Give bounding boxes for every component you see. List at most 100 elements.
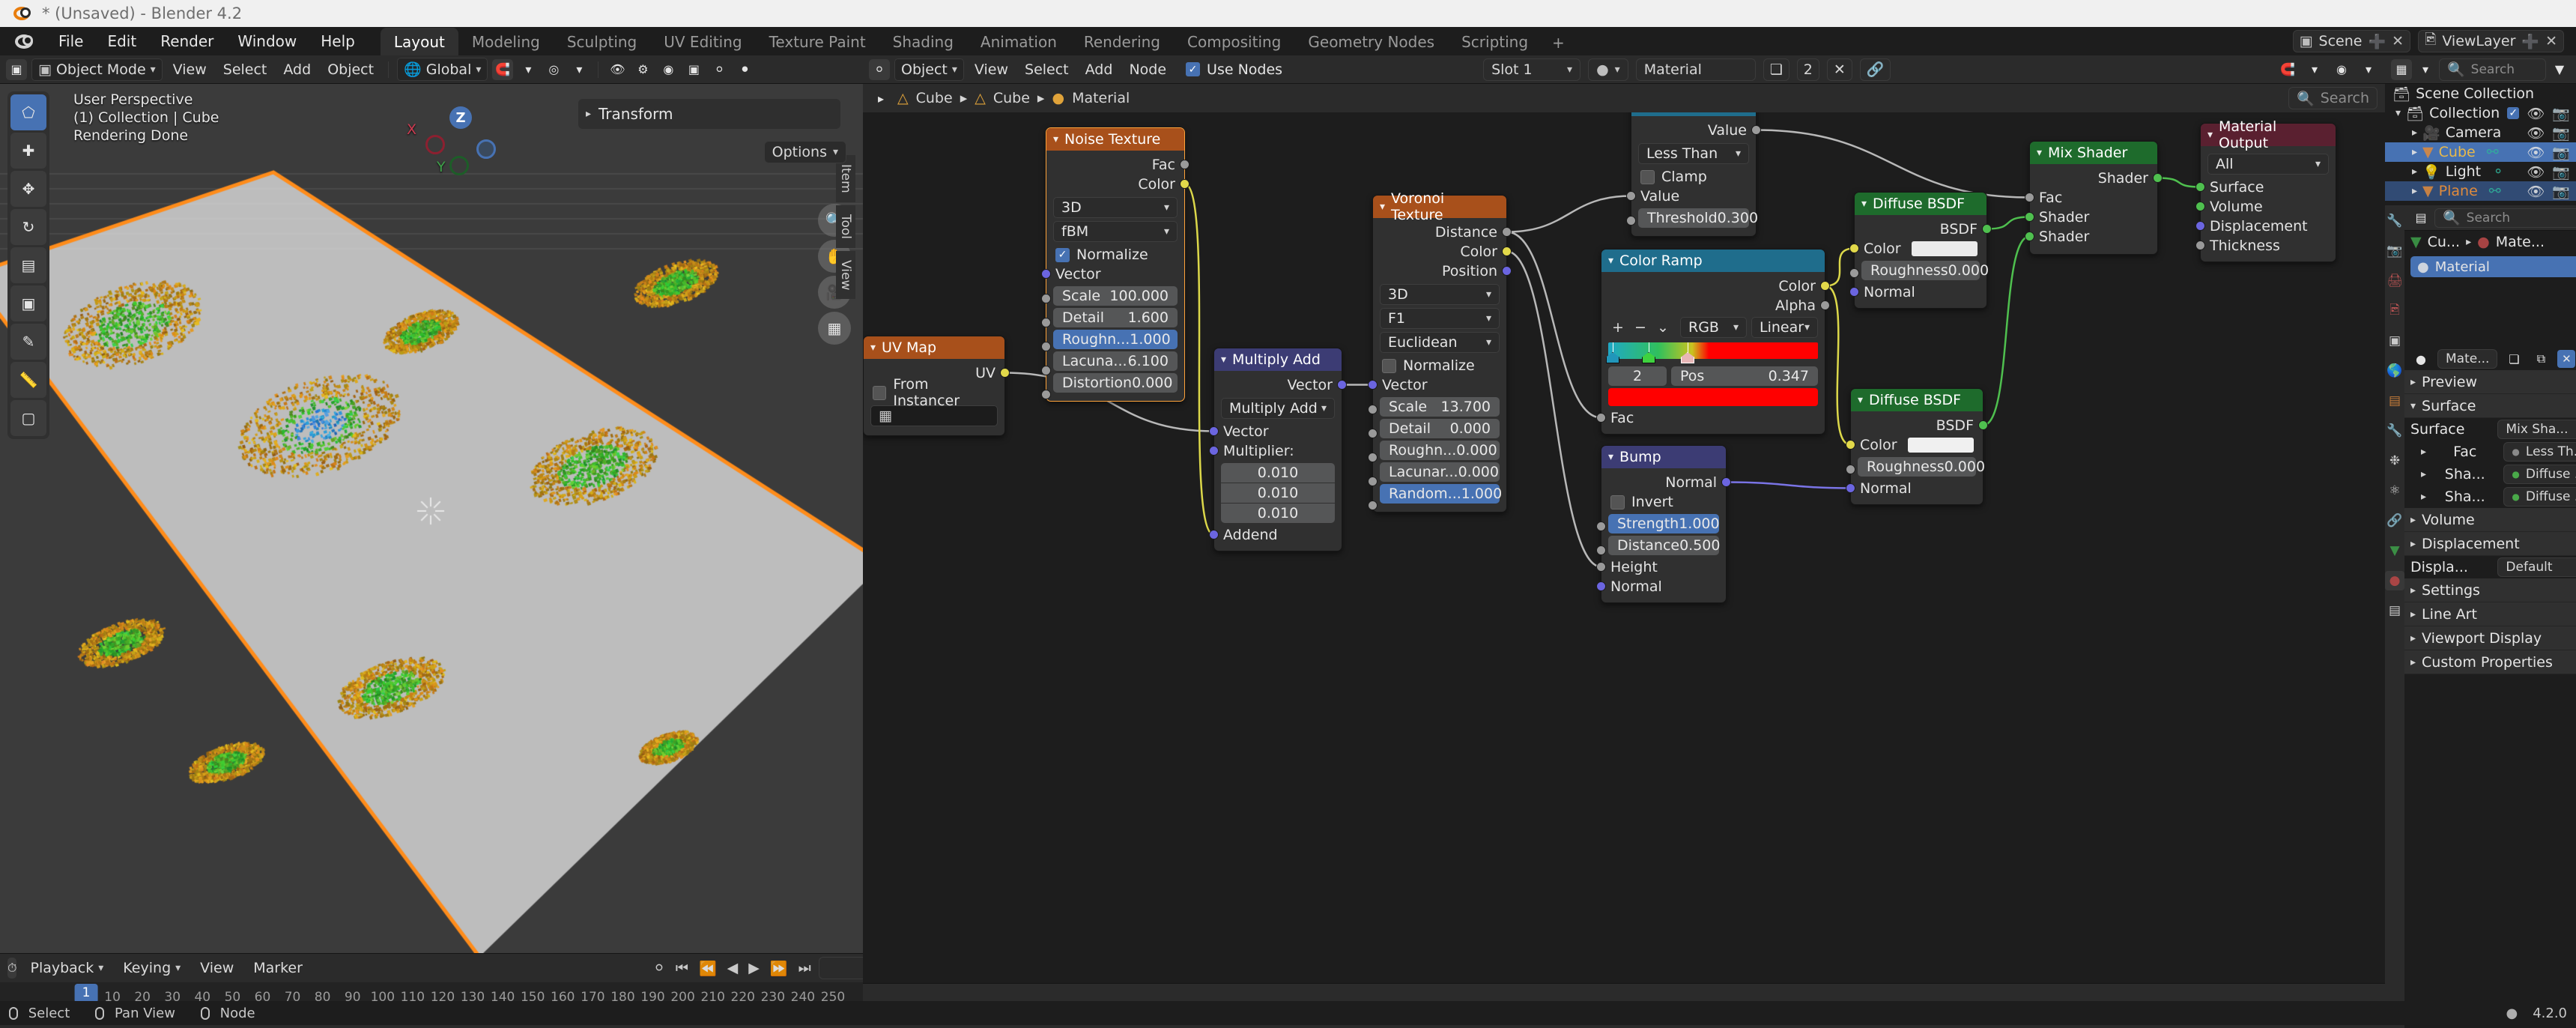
socket-roughness[interactable]: [1368, 453, 1378, 462]
node-header[interactable]: ▾ Multiply Add: [1214, 348, 1342, 371]
gizmo-x-axis-neg[interactable]: [425, 135, 445, 154]
field-roughness[interactable]: Roughn... 1.000: [1053, 330, 1178, 349]
field-detail[interactable]: Detail 0.000: [1380, 419, 1500, 438]
ramp-stop-0[interactable]: [1606, 352, 1619, 363]
remove-stop-button[interactable]: −: [1631, 318, 1650, 337]
tab-modifiers-icon[interactable]: 🔧: [2385, 421, 2404, 441]
chevron-right-icon[interactable]: ▸: [2412, 146, 2417, 158]
socket-row-vector[interactable]: Vector: [1046, 264, 1184, 284]
viewlayer-selector[interactable]: 🖻 ViewLayer ➕ ✕: [2418, 30, 2564, 52]
tab-particles-icon[interactable]: ❉: [2385, 451, 2404, 471]
viewport-render[interactable]: [0, 84, 863, 953]
outliner-filter-icon[interactable]: ▼: [2549, 59, 2570, 80]
eye-icon[interactable]: 👁: [2527, 163, 2545, 181]
auto-keying-icon[interactable]: ⚪: [653, 960, 665, 976]
transform-orientation-dropdown[interactable]: 🌐 Global ▾: [397, 58, 488, 81]
socket-lacunarity[interactable]: [1368, 477, 1378, 486]
socket-fac[interactable]: [1180, 160, 1189, 169]
surface-row-shader2[interactable]: ▸ Sha... ● Diffuse ...: [2404, 486, 2576, 508]
workspace-tab-geometry-nodes[interactable]: Geometry Nodes: [1294, 28, 1448, 57]
outliner-item-plane[interactable]: ▸ ▼ Plane ⚯ 👁 📷: [2385, 181, 2576, 201]
workspace-tab-modeling[interactable]: Modeling: [458, 28, 554, 57]
socket-threshold[interactable]: [1626, 216, 1636, 226]
node-menu-add[interactable]: Add: [1079, 59, 1119, 80]
node-header[interactable]: ▾ Mix Shader: [2030, 142, 2157, 164]
section-displacement[interactable]: ▸ Displacement: [2404, 532, 2576, 556]
node-header[interactable]: ▾ Diffuse BSDF: [1851, 389, 1983, 411]
node-mix-shader[interactable]: ▾ Mix Shader Shader Fac Shader Shader: [2029, 141, 2158, 255]
socket-row-color[interactable]: Color: [1373, 242, 1506, 261]
workspace-tab-compositing[interactable]: Compositing: [1174, 28, 1294, 57]
tool-transform-icon[interactable]: ▣: [10, 285, 46, 321]
displacement-value[interactable]: Default: [2497, 557, 2576, 577]
socket-row-bsdf[interactable]: BSDF: [1851, 416, 1983, 435]
node-diffuse-bsdf-top[interactable]: ▾ Diffuse BSDF BSDF Color Roughness 0.00…: [1854, 192, 1987, 309]
socket-normal[interactable]: [1849, 287, 1859, 297]
color-ramp-gradient[interactable]: [1608, 342, 1818, 359]
socket-vector[interactable]: [1041, 269, 1051, 279]
view-object-types-icon[interactable]: 👁: [607, 59, 628, 80]
fake-user-button[interactable]: 🔗: [1860, 58, 1891, 81]
proportional-edit-icon[interactable]: ◎: [543, 59, 564, 80]
workspace-tab-animation[interactable]: Animation: [967, 28, 1070, 57]
field-lacunarity[interactable]: Lacuna... 6.100: [1053, 351, 1178, 371]
outliner-editor-type-icon[interactable]: ▦: [2391, 59, 2412, 80]
from-instancer-checkbox[interactable]: From Instancer: [864, 383, 1004, 402]
snap-dropdown-icon[interactable]: ▾: [518, 59, 539, 80]
viewport-menu-object[interactable]: Object: [321, 59, 380, 80]
socket-position[interactable]: [1502, 266, 1512, 276]
overlay-node-dropdown-icon[interactable]: ▾: [2358, 59, 2379, 80]
breadcrumb-material[interactable]: Mate...: [2496, 234, 2545, 250]
gizmo-z-axis-neg[interactable]: [476, 139, 496, 159]
camera-icon[interactable]: 📷: [2552, 144, 2570, 161]
tab-scene-icon[interactable]: ▣: [2385, 331, 2404, 351]
checkbox-icon[interactable]: ✓: [2507, 107, 2519, 119]
workspace-tab-texture-paint[interactable]: Texture Paint: [756, 28, 879, 57]
shader-type-dropdown[interactable]: Object ▾: [894, 58, 964, 81]
outliner-item-camera[interactable]: ▸ 🎥 Camera 👁 📷: [2385, 123, 2576, 142]
node-header[interactable]: ▾ Color Ramp: [1601, 250, 1825, 272]
chevron-right-icon[interactable]: ▸: [2412, 166, 2417, 178]
menu-edit[interactable]: Edit: [95, 29, 148, 53]
properties-search-field[interactable]: 🔍 Search: [2434, 208, 2576, 228]
chevron-down-icon[interactable]: ▾: [2395, 107, 2401, 119]
socket-distortion[interactable]: [1041, 390, 1051, 399]
socket-distance[interactable]: [1502, 227, 1512, 237]
eye-icon[interactable]: 👁: [2527, 124, 2545, 142]
socket-roughness[interactable]: [1041, 342, 1051, 351]
camera-icon[interactable]: 📷: [2552, 105, 2570, 122]
ramp-position-field[interactable]: Pos 0.347: [1671, 366, 1818, 386]
socket-vector[interactable]: [1368, 380, 1378, 390]
socket-alpha[interactable]: [1820, 300, 1830, 310]
socket-vector-out[interactable]: [1337, 380, 1347, 390]
ramp-index-field[interactable]: 2: [1608, 366, 1667, 386]
surface-row-fac[interactable]: ▸ Fac ● Less Th...: [2404, 441, 2576, 463]
dimension-dropdown[interactable]: 3D ▾: [1053, 197, 1178, 218]
3d-viewport[interactable]: User Perspective (1) Collection | Cube R…: [0, 84, 863, 953]
node-material-output[interactable]: ▾ Material Output All ▾ Surface Volume D…: [2200, 123, 2336, 262]
field-roughness[interactable]: Roughness 0.000: [1861, 261, 1980, 280]
socket-row-alpha[interactable]: Alpha: [1601, 296, 1825, 315]
socket-randomness[interactable]: [1368, 501, 1378, 510]
jump-start-icon[interactable]: ⏮: [676, 960, 688, 976]
socket-detail[interactable]: [1041, 318, 1051, 327]
play-reverse-icon[interactable]: ◀: [727, 960, 739, 976]
new-material-button[interactable]: ❏: [1763, 58, 1789, 81]
node-header[interactable]: ▾ UV Map: [864, 336, 1004, 359]
tab-viewlayer-icon[interactable]: 🖻: [2385, 301, 2404, 321]
outliner-item-collection[interactable]: ▾ 🗃 Collection ✓ 👁 📷: [2385, 103, 2576, 123]
snap-node-dropdown-icon[interactable]: ▾: [2304, 59, 2325, 80]
socket-row-vector-out[interactable]: Vector: [1214, 375, 1342, 395]
breadcrumb-object[interactable]: Cube: [916, 90, 953, 106]
node-header[interactable]: ▾ Material Output: [2201, 124, 2336, 146]
socket-row-displacement[interactable]: Displacement: [2201, 217, 2336, 236]
socket-addend[interactable]: [1209, 530, 1219, 539]
outliner-item-light[interactable]: ▸ 💡 Light ⚬ 👁 📷: [2385, 162, 2576, 181]
feature-dropdown[interactable]: F1 ▾: [1380, 308, 1500, 329]
node-menu-view[interactable]: View: [969, 59, 1014, 80]
eye-icon[interactable]: 👁: [2527, 105, 2545, 122]
noise-type-dropdown[interactable]: fBM ▾: [1053, 221, 1178, 242]
node-menu-select[interactable]: Select: [1019, 59, 1075, 80]
distance-metric-dropdown[interactable]: Euclidean ▾: [1380, 332, 1500, 353]
socket-value-out[interactable]: [1751, 125, 1761, 135]
